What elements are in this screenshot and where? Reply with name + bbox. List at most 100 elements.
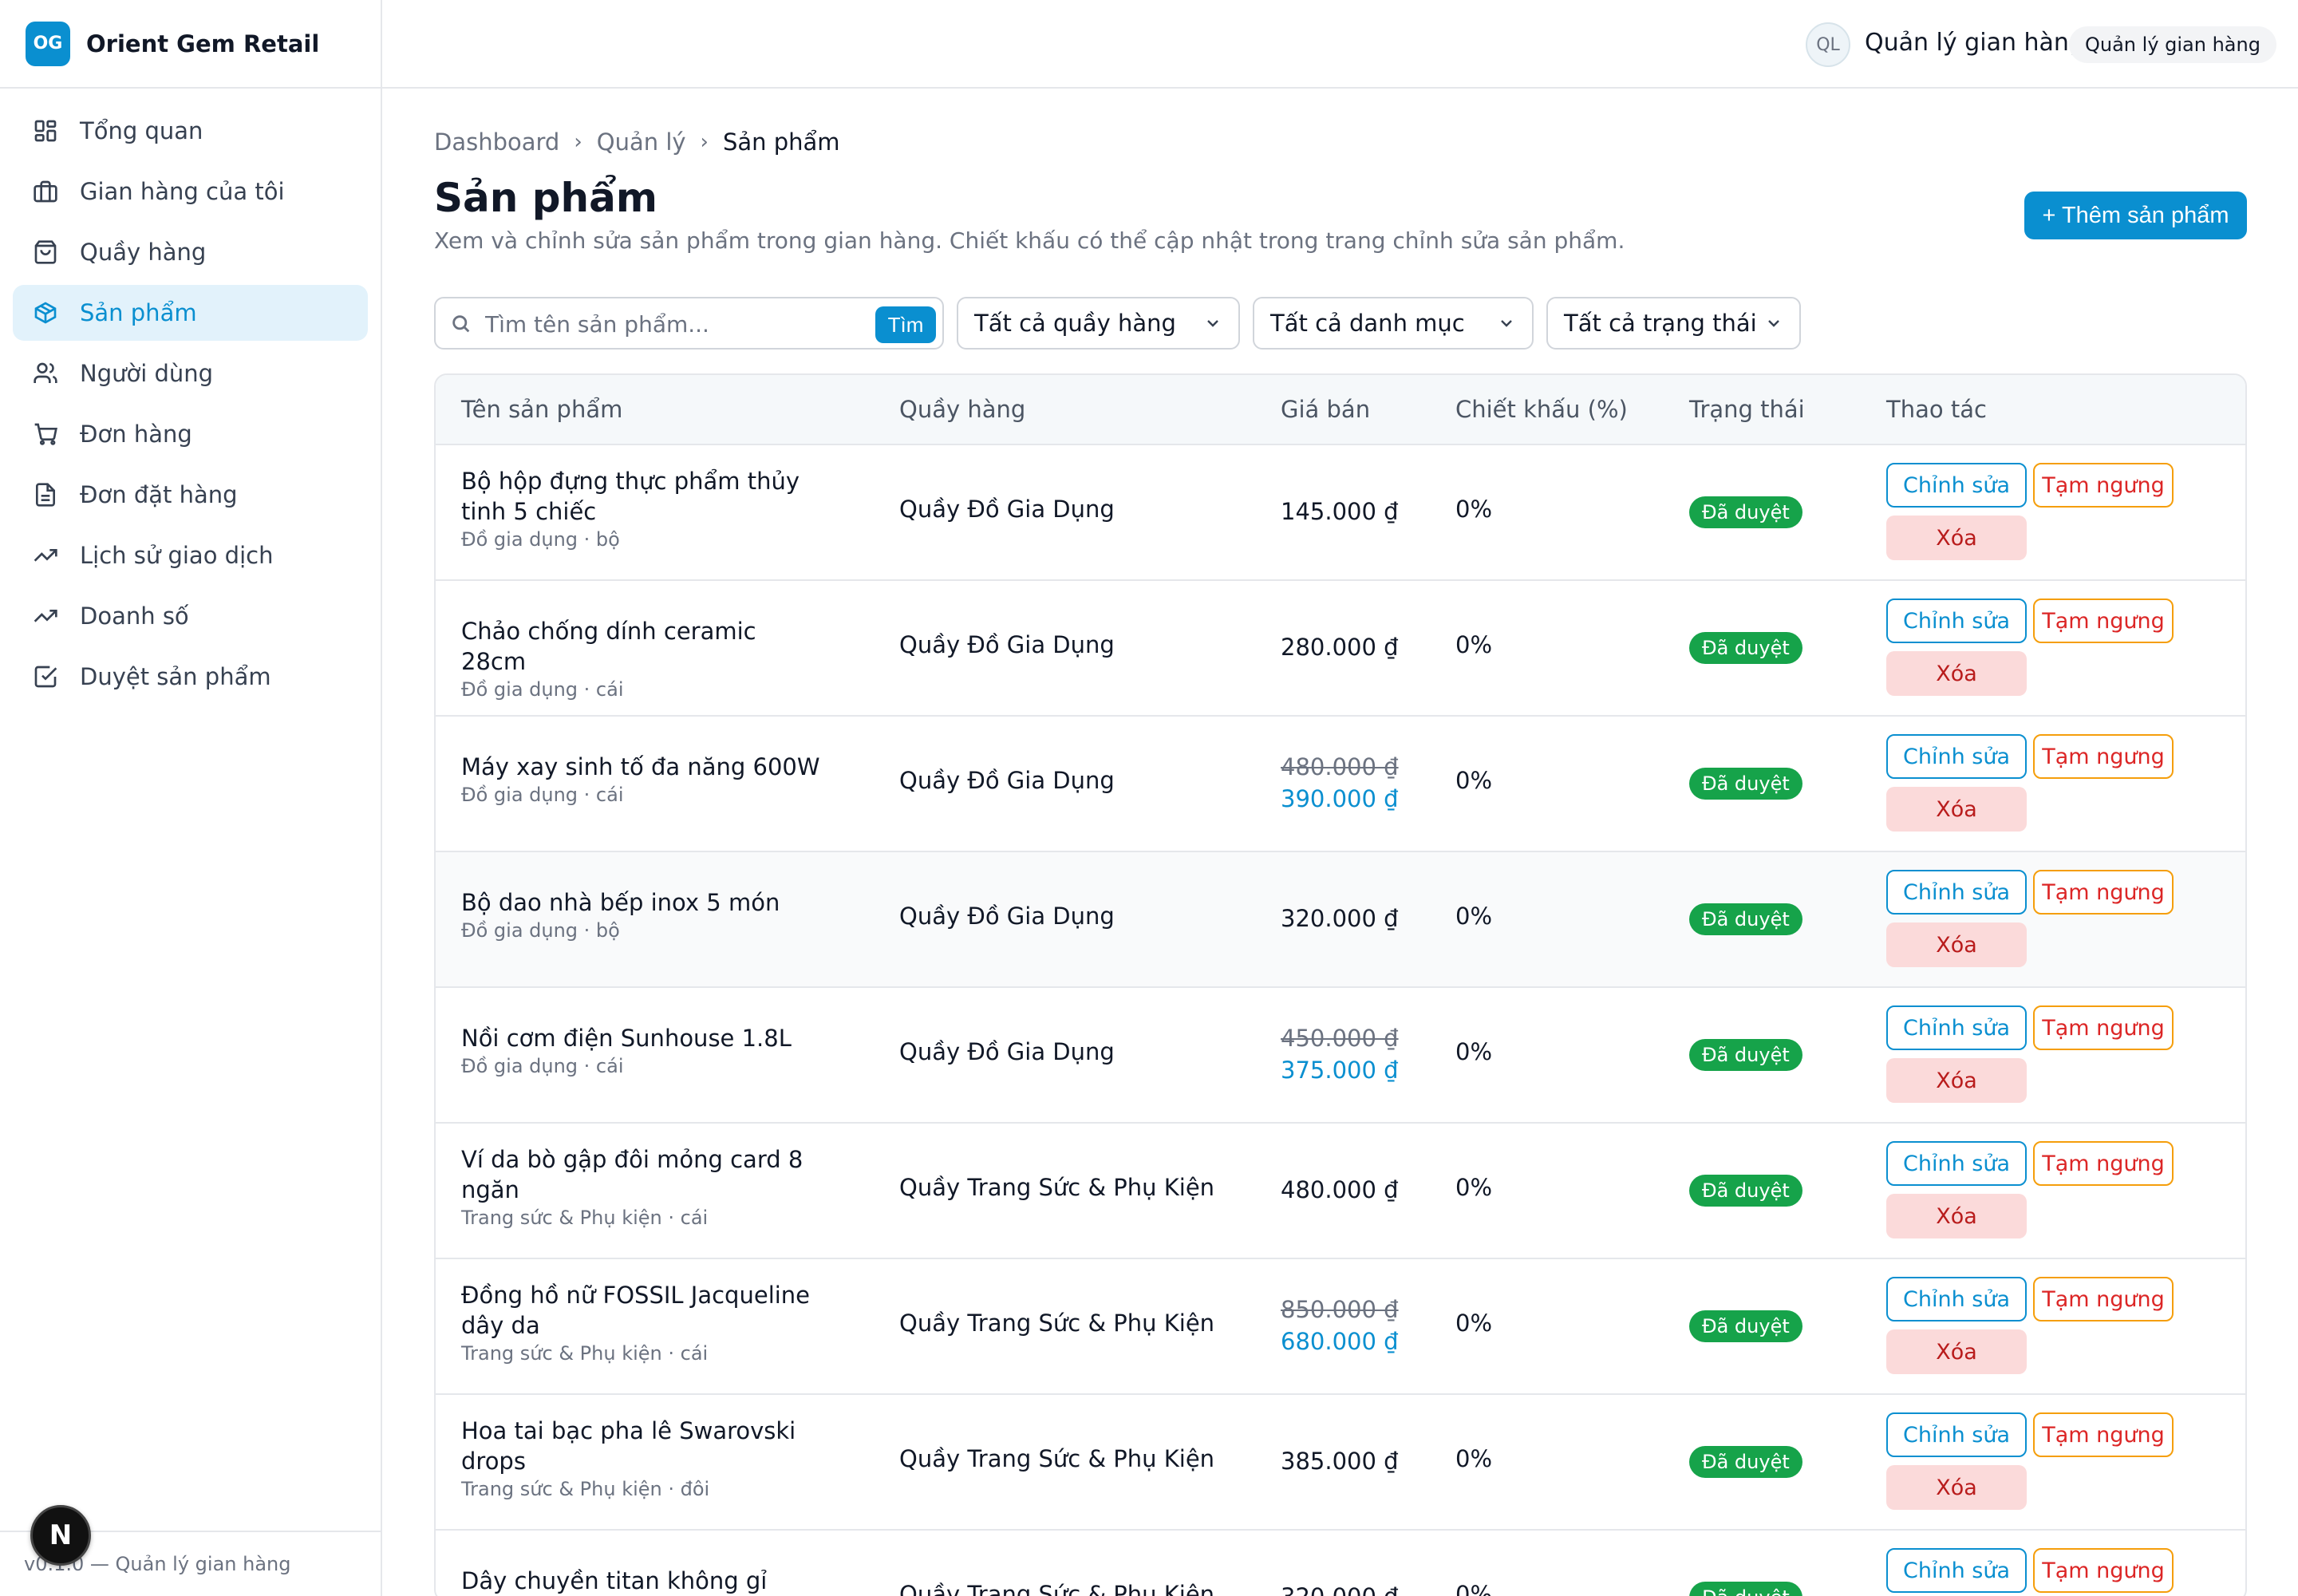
status-badge: Đã duyệt <box>1689 496 1802 528</box>
pause-button[interactable]: Tạm ngưng <box>2033 734 2174 779</box>
pause-button[interactable]: Tạm ngưng <box>2033 1005 2174 1050</box>
product-name[interactable]: Chảo chống dính ceramic 28cm <box>461 616 820 677</box>
delete-button[interactable]: Xóa <box>1886 1194 2027 1238</box>
pause-button[interactable]: Tạm ngưng <box>2033 1141 2174 1186</box>
price: 385.000 ₫ <box>1281 1448 1399 1475</box>
product-name[interactable]: Ví da bò gập đôi mỏng card 8 ngăn <box>461 1144 820 1205</box>
next-devtools-badge[interactable]: N <box>30 1505 91 1566</box>
product-name[interactable]: Nồi cơm điện Sunhouse 1.8L <box>461 1023 820 1053</box>
delete-button[interactable]: Xóa <box>1886 787 2027 832</box>
product-name[interactable]: Đồng hồ nữ FOSSIL Jacqueline dây da <box>461 1280 820 1341</box>
sidebar-item-label: Sản phẩm <box>80 299 197 326</box>
edit-button[interactable]: Chỉnh sửa <box>1886 1141 2027 1186</box>
price: 480.000 ₫ <box>1281 1176 1399 1203</box>
row-actions: Chỉnh sửaTạm ngưngXóa <box>1886 1548 2205 1596</box>
sale-price: 375.000 ₫ <box>1281 1057 1399 1084</box>
row-actions: Chỉnh sửaTạm ngưngXóa <box>1886 1412 2205 1516</box>
page-title: Sản phẩm <box>434 175 657 221</box>
sidebar-item-sales[interactable]: Doanh số <box>13 588 368 644</box>
sidebar-item-orders[interactable]: Đơn hàng <box>13 406 368 462</box>
counter-filter-select[interactable]: Tất cả quầy hàng <box>957 297 1240 350</box>
edit-button[interactable]: Chỉnh sửa <box>1886 463 2027 508</box>
sidebar-item-purchase-orders[interactable]: Đơn đặt hàng <box>13 467 368 523</box>
table-row: Đồng hồ nữ FOSSIL Jacqueline dây da Trang… <box>436 1259 2245 1395</box>
add-product-button[interactable]: + Thêm sản phẩm <box>2024 192 2247 239</box>
delete-button[interactable]: Xóa <box>1886 651 2027 696</box>
product-meta: Đồ gia dụng · bộ <box>461 528 620 551</box>
breadcrumb-dashboard[interactable]: Dashboard <box>434 128 559 156</box>
status-badge: Đã duyệt <box>1689 1175 1802 1207</box>
table-row: Máy xay sinh tố đa năng 600W Đồ gia dụng … <box>436 717 2245 852</box>
chevron-down-icon <box>1207 320 1218 327</box>
table-row: Dây chuyền titan không gỉ 55cmTrang sức … <box>436 1531 2245 1596</box>
cart-icon <box>32 421 59 448</box>
row-actions: Chỉnh sửaTạm ngưngXóa <box>1886 598 2205 702</box>
discount-cell: 0% <box>1455 767 1493 794</box>
edit-button[interactable]: Chỉnh sửa <box>1886 870 2027 915</box>
discount-cell: 0% <box>1455 1445 1493 1472</box>
product-name[interactable]: Bộ hộp đựng thực phẩm thủy tinh 5 chiếc <box>461 466 820 527</box>
sidebar-item-label: Gian hàng của tôi <box>80 178 285 205</box>
row-actions: Chỉnh sửaTạm ngưngXóa <box>1886 1141 2205 1245</box>
sidebar-item-users[interactable]: Người dùng <box>13 346 368 401</box>
product-meta: Trang sức & Phụ kiện · đôi <box>461 1478 710 1500</box>
topbar: QL Quản lý gian hàng Quản lý gian hàng <box>382 0 2298 89</box>
delete-button[interactable]: Xóa <box>1886 1058 2027 1103</box>
table-row: Chảo chống dính ceramic 28cm Đồ gia dụng … <box>436 581 2245 717</box>
edit-button[interactable]: Chỉnh sửa <box>1886 734 2027 779</box>
filter-bar: Tìm Tất cả quầy hàng Tất cả danh mục Tất… <box>434 297 1801 350</box>
edit-button[interactable]: Chỉnh sửa <box>1886 1277 2027 1321</box>
status-filter-select[interactable]: Tất cả trạng thái <box>1546 297 1801 350</box>
search-icon <box>450 313 474 337</box>
counter-filter-value: Tất cả quầy hàng <box>974 310 1176 337</box>
status-badge: Đã duyệt <box>1689 1310 1802 1342</box>
breadcrumb: Dashboard › Quản lý › Sản phẩm <box>434 128 840 156</box>
table-header: Tên sản phẩm Quầy hàng Giá bán Chiết khấ… <box>436 375 2245 445</box>
edit-button[interactable]: Chỉnh sửa <box>1886 1412 2027 1457</box>
sidebar-item-products[interactable]: Sản phẩm <box>13 285 368 341</box>
sidebar-item-label: Người dùng <box>80 360 214 387</box>
search-button[interactable]: Tìm <box>875 306 936 343</box>
chevron-down-icon <box>1501 320 1512 327</box>
status-filter-value: Tất cả trạng thái <box>1564 310 1757 337</box>
pause-button[interactable]: Tạm ngưng <box>2033 870 2174 915</box>
brand[interactable]: OG Orient Gem Retail <box>0 0 381 89</box>
status-badge: Đã duyệt <box>1689 632 1802 664</box>
delete-button[interactable]: Xóa <box>1886 1465 2027 1510</box>
brand-logo: OG <box>26 21 70 66</box>
sidebar-item-my-store[interactable]: Gian hàng của tôi <box>13 164 368 219</box>
search-input[interactable] <box>485 306 828 342</box>
product-name[interactable]: Máy xay sinh tố đa năng 600W <box>461 752 820 782</box>
price-cell: 320.000 ₫ <box>1281 903 1399 934</box>
edit-button[interactable]: Chỉnh sửa <box>1886 598 2027 643</box>
sidebar-item-counters[interactable]: Quầy hàng <box>13 224 368 280</box>
sidebar-item-label: Duyệt sản phẩm <box>80 663 271 690</box>
price-cell: 280.000 ₫ <box>1281 631 1399 663</box>
breadcrumb-manage[interactable]: Quản lý <box>597 128 686 156</box>
category-filter-select[interactable]: Tất cả danh mục <box>1253 297 1534 350</box>
pause-button[interactable]: Tạm ngưng <box>2033 598 2174 643</box>
sidebar-item-label: Quầy hàng <box>80 239 207 266</box>
delete-button[interactable]: Xóa <box>1886 516 2027 560</box>
delete-button[interactable]: Xóa <box>1886 1329 2027 1374</box>
product-name-cell: Nồi cơm điện Sunhouse 1.8L Đồ gia dụng · … <box>461 1023 820 1079</box>
sidebar-item-transactions[interactable]: Lịch sử giao dịch <box>13 527 368 583</box>
avatar[interactable]: QL <box>1806 22 1850 67</box>
pause-button[interactable]: Tạm ngưng <box>2033 1412 2174 1457</box>
sidebar-item-product-review[interactable]: Duyệt sản phẩm <box>13 649 368 705</box>
product-name[interactable]: Hoa tai bạc pha lê Swarovski drops <box>461 1416 820 1476</box>
pause-button[interactable]: Tạm ngưng <box>2033 463 2174 508</box>
pause-button[interactable]: Tạm ngưng <box>2033 1277 2174 1321</box>
original-price: 480.000 ₫ <box>1281 753 1399 780</box>
product-name[interactable]: Bộ dao nhà bếp inox 5 món <box>461 887 820 918</box>
page-description: Xem và chỉnh sửa sản phẩm trong gian hàn… <box>434 227 1625 254</box>
edit-button[interactable]: Chỉnh sửa <box>1886 1005 2027 1050</box>
product-name[interactable]: Dây chuyền titan không gỉ 55cm <box>461 1566 820 1596</box>
pause-button[interactable]: Tạm ngưng <box>2033 1548 2174 1593</box>
counter-cell: Quầy Đồ Gia Dụng <box>899 903 1115 930</box>
sidebar-item-overview[interactable]: Tổng quan <box>13 103 368 159</box>
edit-button[interactable]: Chỉnh sửa <box>1886 1548 2027 1593</box>
delete-button[interactable]: Xóa <box>1886 922 2027 967</box>
product-name-cell: Bộ hộp đựng thực phẩm thủy tinh 5 chiếc Đ… <box>461 466 820 552</box>
chevron-right-icon: › <box>700 130 709 154</box>
